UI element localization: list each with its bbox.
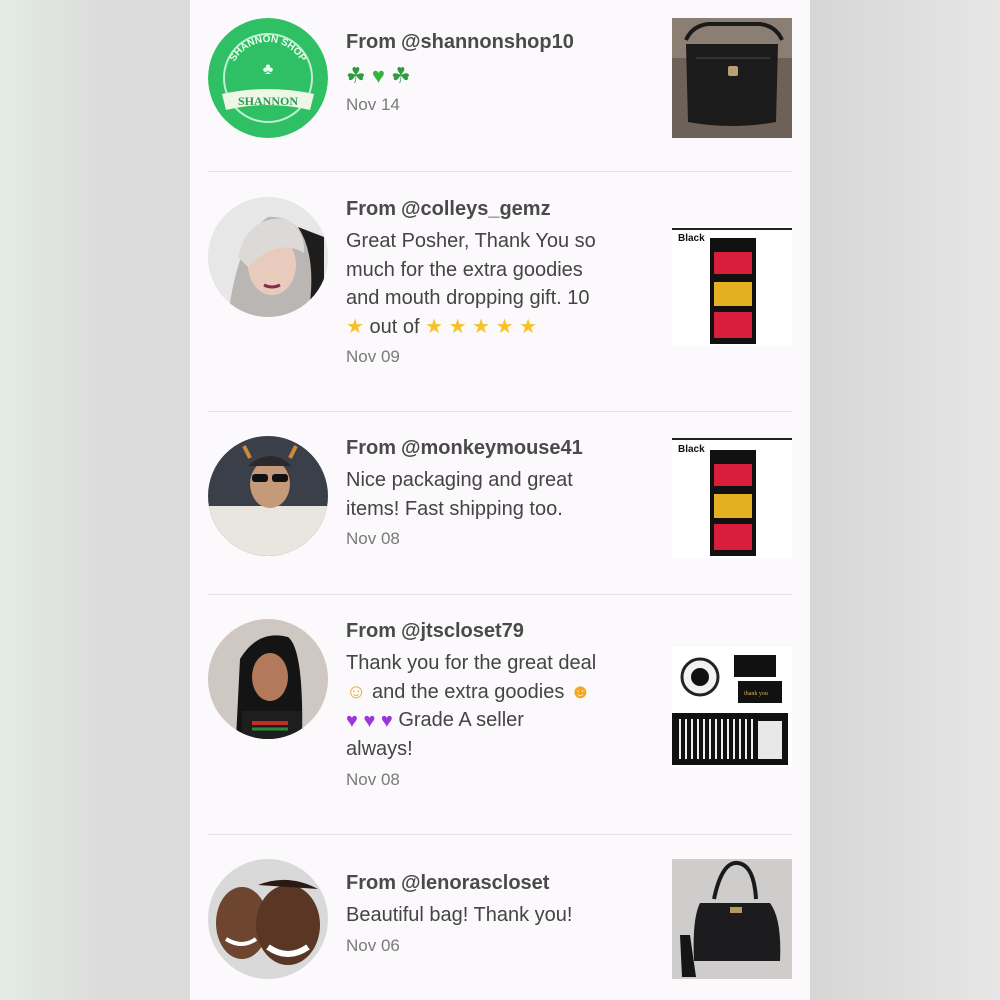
svg-text:♣: ♣	[263, 61, 274, 78]
review-date: Nov 06	[346, 935, 400, 955]
review-item: From @colleys_gemz Great Posher, Thank Yo…	[208, 172, 792, 412]
svg-text:Black: Black	[678, 233, 705, 244]
svg-text:thank you: thank you	[744, 691, 768, 697]
black-purse-image	[672, 18, 792, 138]
star-icon: ★	[425, 315, 444, 338]
star-icon: ★	[448, 315, 467, 338]
star-icon: ★	[495, 315, 514, 338]
review-author: From @monkeymouse41	[346, 436, 646, 460]
user-photo	[208, 197, 328, 317]
review-message: Beautiful bag! Thank you!	[346, 904, 573, 926]
from-prefix: From	[346, 31, 396, 53]
black-handbag-image	[672, 859, 792, 979]
product-thumbnail[interactable]: Black	[672, 438, 792, 558]
review-author: From @colleys_gemz	[346, 197, 646, 221]
shamrock-icon: ☘	[346, 63, 366, 89]
review-date: Nov 09	[346, 347, 400, 367]
review-item: From @monkeymouse41 Nice packaging and gr…	[208, 412, 792, 595]
review-message: ☘ ♥ ☘	[346, 62, 646, 89]
author-handle[interactable]: @jtscloset79	[401, 620, 524, 642]
author-handle[interactable]: @monkeymouse41	[401, 437, 583, 459]
avatar[interactable]	[208, 619, 328, 739]
shamrock-icon: ☘	[391, 63, 411, 89]
review-item: From @jtscloset79 Thank you for the great…	[208, 595, 792, 835]
review-message: Great Posher, Thank You so much for the …	[346, 227, 646, 341]
avatar[interactable]	[208, 197, 328, 317]
from-prefix: From	[346, 620, 396, 642]
avatar[interactable]	[208, 859, 328, 979]
review-date: Nov 08	[346, 769, 400, 789]
user-photo	[208, 619, 328, 739]
review-date: Nov 14	[346, 95, 400, 115]
svg-text:SHANNON: SHANNON	[238, 94, 298, 108]
from-prefix: From	[346, 437, 396, 459]
review-message: Nice packaging and great items! Fast shi…	[346, 469, 573, 520]
purple-heart-icon: ♥	[346, 709, 358, 732]
hanging-organizer-image: Black	[672, 226, 792, 346]
green-heart-icon: ♥	[371, 63, 385, 89]
review-author: From @lenorascloset	[346, 871, 646, 895]
review-date: Nov 08	[346, 529, 400, 548]
product-thumbnail[interactable]	[672, 18, 792, 138]
review-item: SHANNON SHOP ♣ SHANNON From @shannonshop1…	[208, 18, 792, 172]
avatar[interactable]	[208, 436, 328, 556]
review-message: Thank you for the great deal ☺ and the e…	[346, 652, 597, 761]
star-icon: ★	[519, 315, 538, 338]
stickers-and-cards-image: thank you	[672, 647, 792, 767]
from-prefix: From	[346, 198, 396, 220]
star-icon: ★	[346, 315, 364, 338]
reviews-list: SHANNON SHOP ♣ SHANNON From @shannonshop1…	[190, 0, 810, 1000]
review-item: From @lenorascloset Beautiful bag! Thank …	[208, 835, 792, 1000]
avatar[interactable]: SHANNON SHOP ♣ SHANNON	[208, 18, 328, 138]
review-author: From @shannonshop10	[346, 30, 646, 54]
background-right	[810, 0, 1000, 1000]
purple-heart-icon: ♥	[363, 709, 376, 732]
author-handle[interactable]: @lenorascloset	[401, 872, 549, 894]
product-thumbnail[interactable]: Black	[672, 226, 792, 346]
product-thumbnail[interactable]: thank you	[672, 647, 792, 767]
review-author: From @jtscloset79	[346, 619, 646, 643]
hanging-organizer-image: Black	[672, 438, 792, 558]
product-thumbnail[interactable]	[672, 859, 792, 979]
smiling-emoji-icon: ☻	[569, 680, 591, 703]
heart-eyes-emoji-icon: ☺	[346, 680, 367, 703]
from-prefix: From	[346, 872, 396, 894]
user-photo	[208, 859, 328, 979]
author-handle[interactable]: @colleys_gemz	[401, 198, 551, 220]
author-handle[interactable]: @shannonshop10	[401, 31, 574, 53]
user-photo	[208, 436, 328, 556]
svg-text:Black: Black	[678, 444, 705, 455]
shannon-shop-logo: SHANNON SHOP ♣ SHANNON	[208, 18, 328, 138]
star-icon: ★	[472, 315, 491, 338]
purple-heart-icon: ♥	[380, 709, 393, 732]
